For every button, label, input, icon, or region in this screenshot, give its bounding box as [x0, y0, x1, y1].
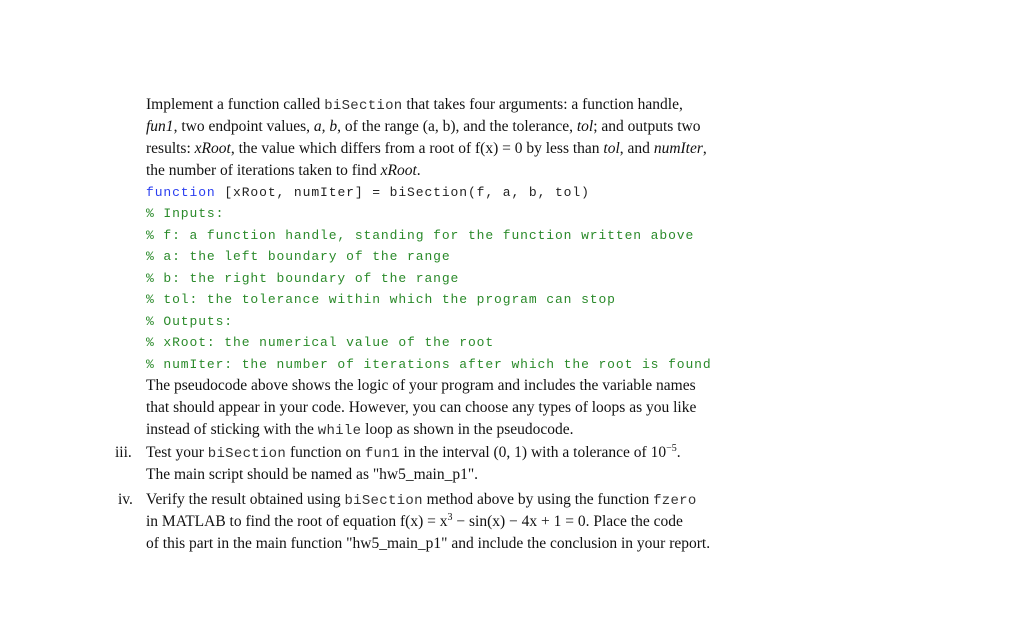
document-page: Implement a function called biSection th… [0, 0, 1024, 640]
text: tol [576, 118, 594, 135]
text: loop as shown in the pseudocode. [361, 421, 574, 438]
text: . [416, 162, 421, 179]
item-iii-number: iii. [115, 444, 132, 461]
item-iii-line-2: The main script should be named as "hw5_… [146, 466, 479, 483]
text: the number of iterations taken to find [146, 162, 381, 179]
text: tol [603, 140, 620, 157]
pseudo-line-2: that should appear in your code. However… [146, 399, 697, 416]
intro-line-2: fun1, two endpoint values, a, b, of the … [146, 116, 700, 138]
item-iv-number: iv. [118, 491, 133, 508]
code-comment: % f: a function handle, standing for the… [146, 228, 695, 243]
text: results: [146, 140, 195, 157]
text: Verify the result obtained using [146, 491, 345, 508]
text: , two endpoint values, [173, 118, 314, 135]
inline-code: biSection [324, 98, 403, 114]
text: xRoot [380, 162, 417, 179]
text: in the interval (0, 1) with a tolerance … [399, 444, 667, 461]
code-comment: % b: the right boundary of the range [146, 271, 460, 286]
code-comment: % Outputs: [146, 314, 234, 329]
item-iv-line-1: Verify the result obtained using biSecti… [146, 489, 697, 512]
text: , and [619, 140, 654, 157]
code-keyword: function [146, 185, 216, 200]
item-iii-line-1: Test your biSection function on fun1 in … [146, 442, 681, 465]
text: Test your [146, 444, 208, 461]
inline-code: biSection [344, 493, 423, 509]
text: instead of sticking with the [146, 421, 318, 438]
inline-code: fun1 [364, 446, 400, 462]
text: function on [286, 444, 365, 461]
item-iv-line-3: of this part in the main function "hw5_m… [146, 535, 711, 552]
inline-code: while [317, 423, 362, 439]
code-comment: % a: the left boundary of the range [146, 249, 451, 264]
code-signature: function [xRoot, numIter] = biSection(f,… [146, 182, 590, 203]
text: ; and outputs two [593, 118, 701, 135]
text: Implement a function called [146, 96, 325, 113]
text: a, b [313, 118, 338, 135]
intro-line-4: the number of iterations taken to find x… [146, 160, 421, 182]
pseudo-line-3: instead of sticking with the while loop … [146, 419, 574, 442]
inline-code: biSection [207, 446, 287, 462]
intro-line-1: Implement a function called biSection th… [146, 94, 683, 117]
text: − sin(x) − 4x + 1 = 0. Place the code [452, 513, 683, 530]
text: . [676, 444, 681, 461]
text: numIter [653, 140, 703, 157]
text: in MATLAB to find the root of equation f… [146, 513, 448, 530]
code-comment: % numIter: the number of iterations afte… [146, 357, 712, 372]
code-text: [xRoot, numIter] = biSection(f, a, b, to… [215, 185, 590, 200]
text: , of the range (a, b), and the tolerance… [337, 118, 577, 135]
text: , the value which differs from a root of… [230, 140, 604, 157]
text: fun1 [146, 118, 174, 135]
text: that takes four arguments: a function ha… [402, 96, 683, 113]
text: method above by using the function [422, 491, 654, 508]
code-comment: % tol: the tolerance within which the pr… [146, 292, 616, 307]
pseudo-line-1: The pseudocode above shows the logic of … [146, 377, 696, 394]
code-comment: % Inputs: [146, 206, 225, 221]
text: xRoot [194, 140, 231, 157]
inline-code: fzero [653, 493, 697, 509]
item-iv-line-2: in MATLAB to find the root of equation f… [146, 511, 683, 533]
exponent: −5 [666, 442, 677, 454]
intro-line-3: results: xRoot, the value which differs … [146, 138, 707, 160]
text: , [702, 140, 707, 157]
code-comment: % xRoot: the numerical value of the root [146, 335, 495, 350]
